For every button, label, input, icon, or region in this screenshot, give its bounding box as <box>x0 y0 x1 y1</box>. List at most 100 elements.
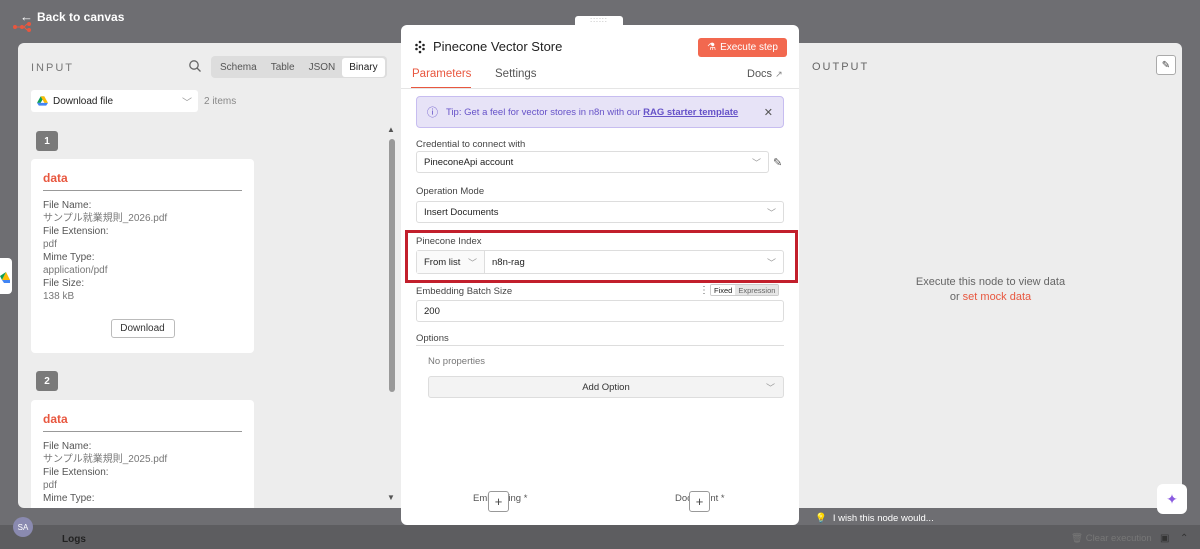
download-button[interactable]: Download <box>110 319 175 338</box>
input-source-select[interactable]: Download file ﹀ <box>31 90 198 112</box>
output-msg-line: Execute this node to view data <box>915 276 1066 288</box>
index-mode-select[interactable]: From list ﹀ <box>417 251 485 273</box>
tab-table[interactable]: Table <box>264 58 302 77</box>
node-title: Pinecone Vector Store <box>433 39 563 54</box>
item-number: 1 <box>36 131 58 151</box>
index-mode-value: From list <box>424 256 461 268</box>
scrollbar-thumb[interactable] <box>389 139 395 392</box>
more-options-icon[interactable]: ⋮ <box>699 285 709 296</box>
external-link-icon: ↗ <box>775 69 783 79</box>
fixed-option[interactable]: Fixed <box>711 285 736 295</box>
pinecone-index-field: From list ﹀ n8n-rag ﹀ <box>416 250 784 274</box>
node-header: Pinecone Vector Store <box>413 39 562 54</box>
logs-bar <box>0 525 1200 549</box>
expression-option[interactable]: Expression <box>735 285 779 295</box>
feedback-link[interactable]: 💡 I wish this node would... <box>815 513 934 524</box>
back-to-canvas-link[interactable]: ← Back to canvas <box>20 9 124 24</box>
embedding-batch-size-label: Embedding Batch Size <box>416 286 513 297</box>
field-value: 138 kB <box>43 291 75 302</box>
output-msg-or: or <box>949 291 960 303</box>
index-value: n8n-rag <box>492 256 525 268</box>
options-divider <box>416 345 784 346</box>
execute-step-label: Execute step <box>720 42 778 53</box>
field-label: Mime Type: <box>43 493 95 504</box>
no-properties-text: No properties <box>428 356 486 367</box>
add-option-button[interactable]: Add Option ﹀ <box>428 376 784 398</box>
tab-settings[interactable]: Settings <box>495 68 537 80</box>
credential-label: Credential to connect with <box>416 139 526 150</box>
n8n-logo-icon <box>13 22 31 32</box>
pencil-icon: ✎ <box>1161 59 1171 71</box>
operation-mode-select[interactable]: Insert Documents ﹀ <box>416 201 784 223</box>
clear-execution-label: Clear execution <box>1085 533 1152 544</box>
scroll-up-icon[interactable]: ▲ <box>387 125 395 134</box>
input-scrollbar[interactable]: ▲ ▼ <box>387 125 397 505</box>
avatar[interactable]: SA <box>13 517 33 537</box>
lightbulb-icon: 💡 <box>815 513 827 524</box>
input-panel: INPUT Schema Table JSON Binary Download … <box>18 43 401 508</box>
field-label: File Extension: <box>43 467 109 478</box>
field-value: application/pdf <box>43 265 108 276</box>
edit-output-button[interactable]: ✎ <box>1156 55 1176 75</box>
back-label: Back to canvas <box>37 9 125 24</box>
chevron-down-icon: ﹀ <box>467 257 477 268</box>
add-embedding-button[interactable]: + <box>488 491 509 512</box>
panel-toggle-icon[interactable]: ▣ <box>1160 533 1169 544</box>
operation-mode-label: Operation Mode <box>416 186 485 197</box>
binary-item-title: data <box>43 171 242 191</box>
flask-icon: ⚗ <box>707 42 717 53</box>
tab-binary[interactable]: Binary <box>342 57 385 77</box>
input-title: INPUT <box>31 62 74 74</box>
output-panel: OUTPUT ✎ Execute this node to view data … <box>799 43 1182 508</box>
chevron-down-icon: ﹀ <box>751 157 761 168</box>
fixed-expression-toggle: Fixed Expression <box>710 284 780 296</box>
feedback-text: I wish this node would... <box>832 513 934 524</box>
output-empty-message: Execute this node to view data or set mo… <box>859 275 1122 305</box>
logs-label[interactable]: Logs <box>62 534 86 545</box>
tab-schema[interactable]: Schema <box>213 58 264 77</box>
tip-banner: ⓘ Tip: Get a feel for vector stores in n… <box>416 96 784 128</box>
field-value: pdf <box>43 239 57 250</box>
rag-template-link[interactable]: RAG starter template <box>643 107 738 118</box>
docs-link[interactable]: Docs ↗ <box>747 68 783 80</box>
add-document-button[interactable]: + <box>689 491 710 512</box>
trash-icon: 🗑 <box>1071 533 1084 544</box>
field-label: File Extension: <box>43 226 109 237</box>
google-drive-icon <box>37 96 48 106</box>
chevron-down-icon: ﹀ <box>765 382 775 393</box>
chevron-down-icon: ﹀ <box>766 257 776 268</box>
chevron-up-icon[interactable]: ⌃ <box>1180 533 1188 544</box>
index-value-select[interactable]: n8n-rag ﹀ <box>485 251 783 273</box>
field-value: pdf <box>43 480 57 491</box>
scroll-down-icon[interactable]: ▼ <box>387 493 395 502</box>
field-value: サンプル就業規則_2026.pdf <box>43 213 168 224</box>
clear-execution-button[interactable]: 🗑 Clear execution <box>1071 533 1152 544</box>
tab-parameters[interactable]: Parameters <box>412 68 471 80</box>
close-icon[interactable]: ✕ <box>764 106 773 119</box>
binary-item-card: data File Name: サンプル就業規則_2026.pdf File E… <box>31 159 254 353</box>
pinecone-icon <box>415 40 425 53</box>
tab-json[interactable]: JSON <box>302 58 343 77</box>
search-icon[interactable] <box>188 59 202 73</box>
edit-credential-pencil-icon[interactable]: ✎ <box>773 156 782 169</box>
display-mode-tabs: Schema Table JSON Binary <box>211 56 387 78</box>
field-label: File Name: <box>43 200 92 211</box>
item-number: 2 <box>36 371 58 391</box>
tab-divider <box>401 88 799 89</box>
set-mock-data-link[interactable]: set mock data <box>963 291 1031 303</box>
execute-step-button[interactable]: ⚗ Execute step <box>698 38 787 57</box>
node-parameters-panel: Pinecone Vector Store ⚗ Execute step Par… <box>401 25 799 525</box>
google-drive-node[interactable] <box>0 258 12 294</box>
field-value: サンプル就業規則_2025.pdf <box>43 454 168 465</box>
embedding-batch-size-input[interactable]: 200 <box>416 300 784 322</box>
chevron-down-icon: ﹀ <box>182 97 192 109</box>
google-drive-icon <box>0 272 10 283</box>
credential-value: PineconeApi account <box>424 156 514 168</box>
binary-item-card: data File Name: サンプル就業規則_2025.pdf File E… <box>31 400 254 508</box>
credential-select[interactable]: PineconeApi account ﹀ <box>416 151 769 173</box>
field-label: Mime Type: <box>43 252 95 263</box>
ai-assistant-button[interactable]: ✦ <box>1157 484 1187 514</box>
options-label: Options <box>416 333 449 344</box>
input-source-value: Download file <box>53 95 114 107</box>
binary-item-title: data <box>43 412 242 432</box>
